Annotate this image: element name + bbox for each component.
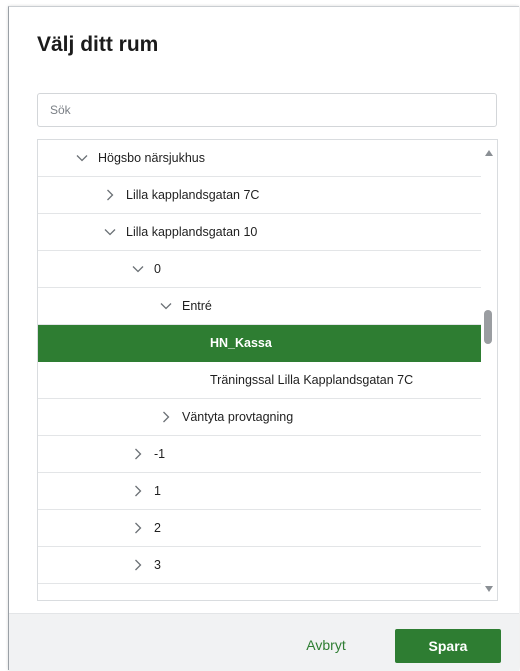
tree-row[interactable]: Träningssal Lilla Kapplandsgatan 7C [38, 362, 481, 399]
tree-row-label: 2 [154, 521, 161, 535]
room-picker-dialog: Välj ditt rum Högsbo närsjukhus Lilla kap… [8, 6, 519, 671]
tree-row-label: Högsbo närsjukhus [98, 151, 206, 165]
tree-row[interactable]: -1 [38, 436, 481, 473]
search-input[interactable] [37, 93, 497, 127]
tree-row[interactable]: Lilla kapplandsgatan 10 [38, 214, 481, 251]
chevron-down-icon[interactable] [102, 228, 118, 236]
tree-row-label: HN_Kassa [210, 336, 272, 350]
chevron-right-icon[interactable] [130, 522, 146, 534]
tree-row-label: Lilla kapplandsgatan 7C [126, 188, 260, 202]
chevron-right-icon[interactable] [130, 559, 146, 571]
tree-scrollbar[interactable] [481, 140, 497, 600]
tree-row-label: 1 [154, 484, 161, 498]
tree-row[interactable]: 3 [38, 547, 481, 584]
tree-row[interactable]: 0 [38, 251, 481, 288]
room-tree: Högsbo närsjukhus Lilla kapplandsgatan 7C… [37, 139, 498, 601]
tree-row-label: 0 [154, 262, 161, 276]
scroll-thumb[interactable] [484, 310, 492, 344]
tree-row-label: Lilla kapplandsgatan 10 [126, 225, 258, 239]
chevron-right-icon[interactable] [130, 448, 146, 460]
tree-row-label: Väntyta provtagning [182, 410, 294, 424]
tree-row-label: 3 [154, 558, 161, 572]
tree-row[interactable]: HN_Kassa [38, 325, 481, 362]
save-button[interactable]: Spara [395, 629, 501, 663]
tree-row[interactable]: Högsbo närsjukhus [38, 140, 481, 177]
dialog-footer: Avbryt Spara [9, 613, 519, 671]
tree-row-label: Träningssal Lilla Kapplandsgatan 7C [210, 373, 414, 387]
room-tree-list: Högsbo närsjukhus Lilla kapplandsgatan 7C… [38, 140, 481, 584]
scroll-up-arrow-icon[interactable] [485, 150, 493, 156]
tree-row[interactable]: Väntyta provtagning [38, 399, 481, 436]
tree-row-label: -1 [154, 447, 166, 461]
chevron-down-icon[interactable] [158, 302, 174, 310]
chevron-right-icon[interactable] [102, 189, 118, 201]
scroll-down-arrow-icon[interactable] [485, 586, 493, 592]
tree-row[interactable]: 2 [38, 510, 481, 547]
cancel-button[interactable]: Avbryt [285, 629, 367, 661]
dialog-title: Välj ditt rum [37, 33, 159, 56]
tree-row[interactable]: 1 [38, 473, 481, 510]
chevron-right-icon[interactable] [130, 485, 146, 497]
tree-row-label: Entré [182, 299, 212, 313]
chevron-down-icon[interactable] [130, 265, 146, 273]
tree-row[interactable]: Lilla kapplandsgatan 7C [38, 177, 481, 214]
chevron-right-icon[interactable] [158, 411, 174, 423]
tree-row[interactable]: Entré [38, 288, 481, 325]
chevron-down-icon[interactable] [74, 154, 90, 162]
